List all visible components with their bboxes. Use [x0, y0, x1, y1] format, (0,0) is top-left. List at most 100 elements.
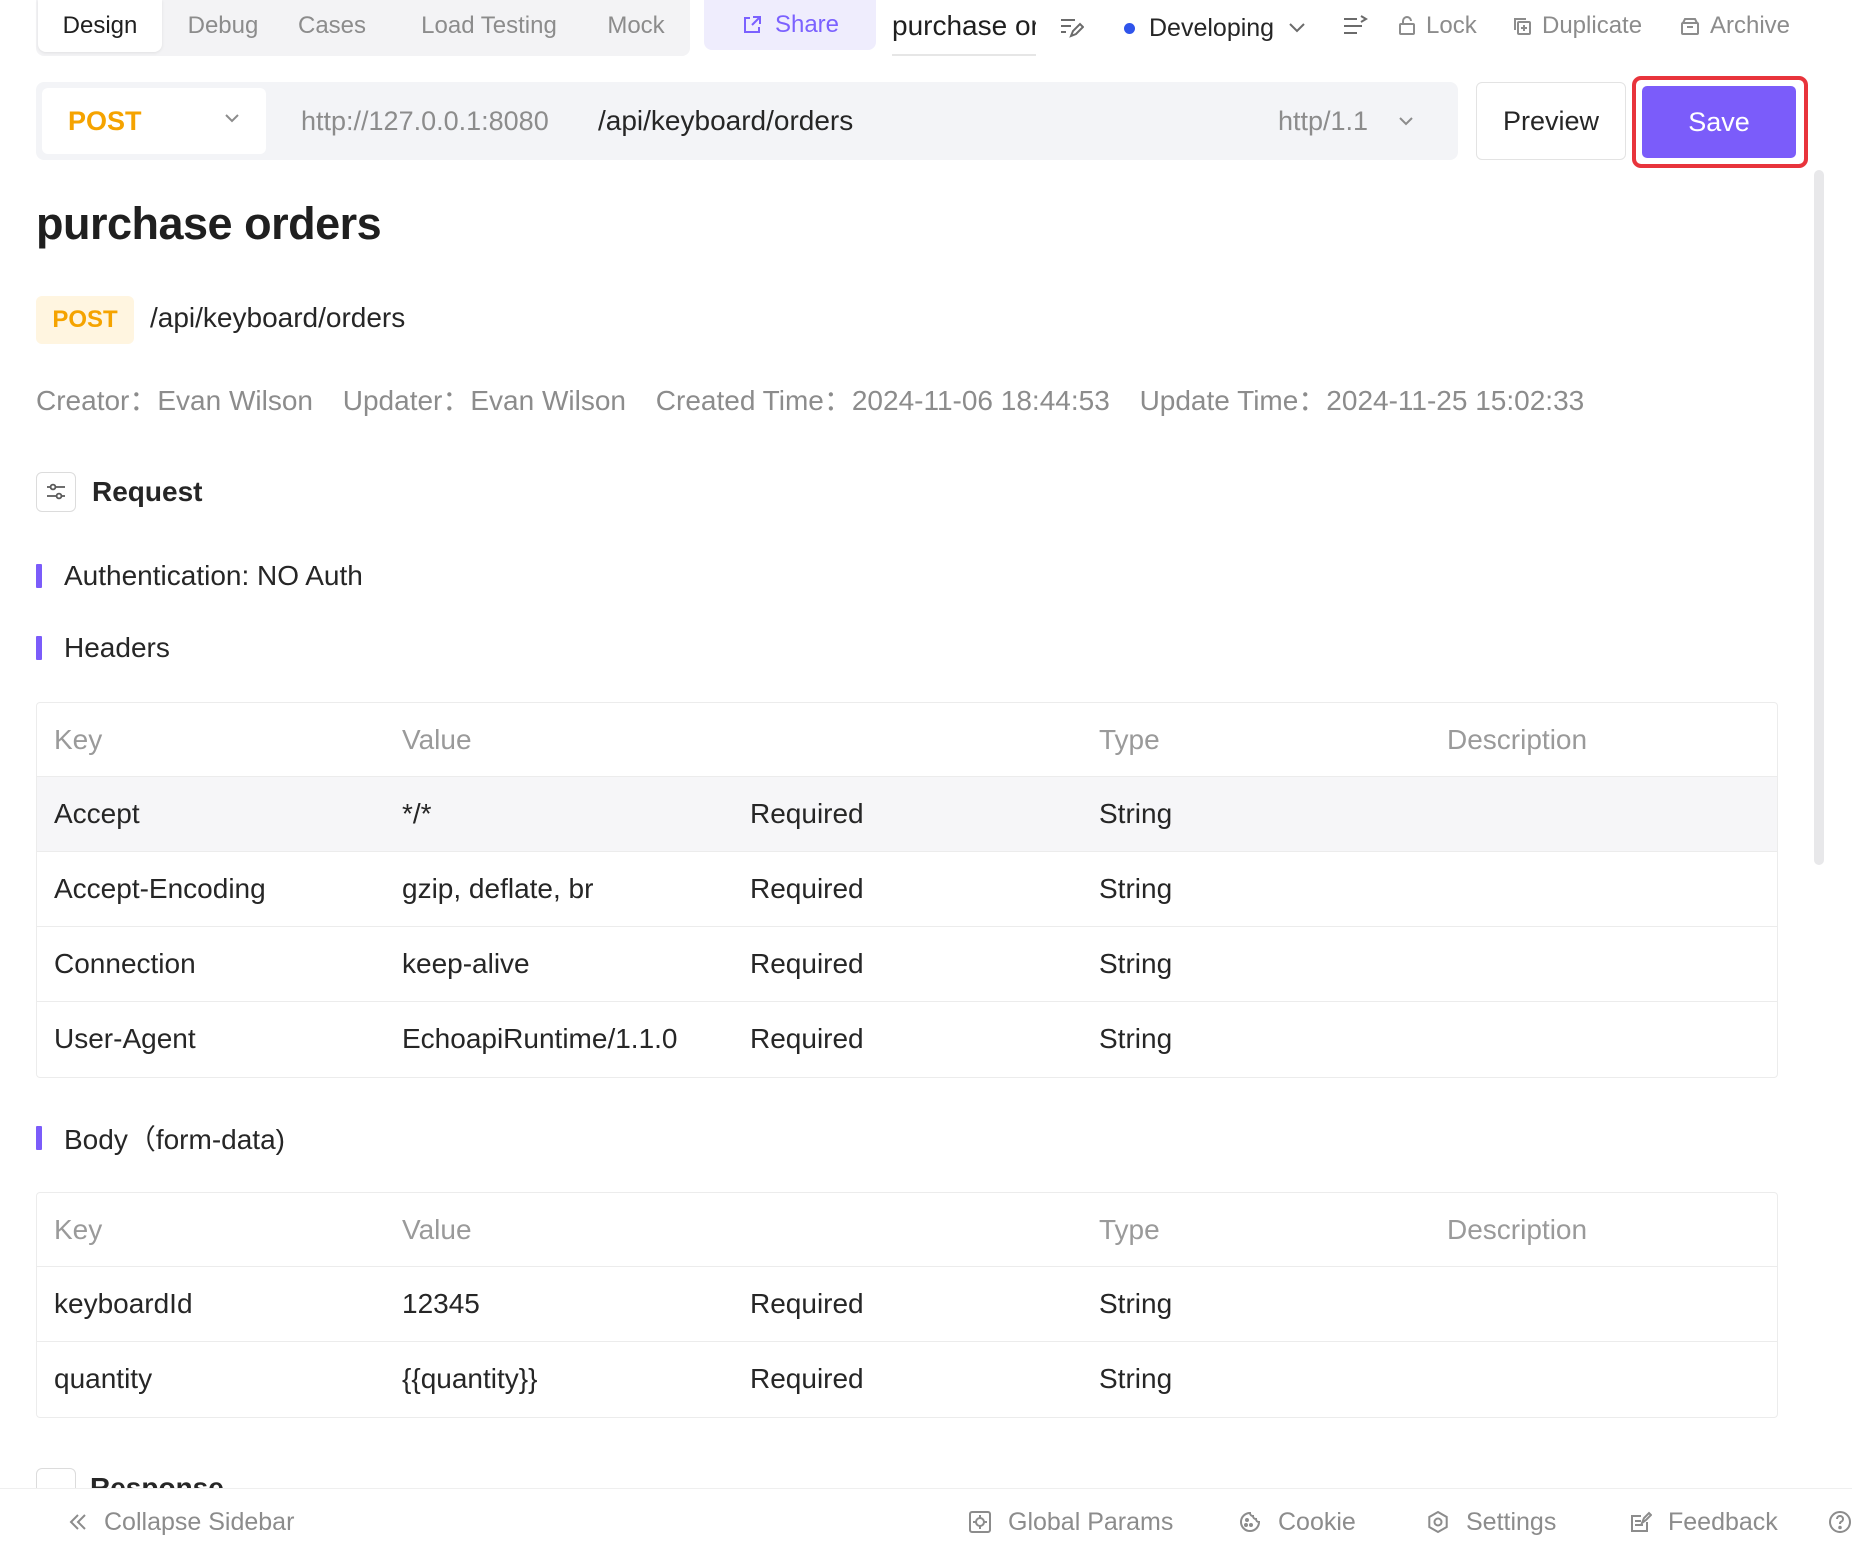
tab-mock[interactable]: Mock — [592, 0, 680, 52]
status-dropdown[interactable]: Developing — [1124, 6, 1306, 50]
param-type: String — [1099, 948, 1173, 979]
base-url: http://127.0.0.1:8080 — [301, 106, 549, 136]
param-value: EchoapiRuntime/1.1.0 — [402, 1023, 678, 1054]
method-select[interactable]: POST — [42, 88, 266, 154]
param-required: Required — [750, 1288, 864, 1319]
api-name-field[interactable]: purchase orders — [892, 0, 1036, 56]
settings-button[interactable]: Settings — [1426, 1489, 1556, 1554]
path-input[interactable]: /api/keyboard/orders — [598, 82, 1238, 160]
creator-text: Creator：Evan Wilson — [36, 385, 313, 416]
param-type: String — [1099, 873, 1173, 904]
feedback-icon — [1631, 1511, 1652, 1532]
param-key: Accept — [54, 798, 140, 829]
archive-label: Archive — [1710, 12, 1791, 39]
footer-bar: Collapse Sidebar Global Params Cookie Se… — [0, 1488, 1852, 1554]
param-value: gzip, deflate, br — [402, 873, 594, 904]
top-bar: Design Debug Cases Load Testing Mock Sha… — [0, 0, 1852, 60]
tab-design[interactable]: Design — [38, 0, 162, 52]
archive-button[interactable]: Archive — [1680, 6, 1790, 46]
tab-debug[interactable]: Debug — [168, 0, 278, 52]
table-row[interactable]: Accept */* Required String — [37, 777, 1777, 852]
preview-button[interactable]: Preview — [1476, 82, 1626, 160]
param-type: String — [1099, 1288, 1173, 1319]
method-select-label: POST — [68, 106, 142, 136]
method-badge: POST — [36, 296, 134, 344]
param-required: Required — [750, 798, 864, 829]
align-button[interactable] — [1342, 6, 1368, 46]
table-header-row: Key Value Type Description — [37, 703, 1777, 777]
status-label: Developing — [1149, 13, 1275, 42]
lock-icon — [1399, 16, 1415, 35]
column-header-type: Type — [1099, 1214, 1160, 1245]
response-section-header: Response — [36, 1468, 224, 1488]
save-button[interactable]: Save — [1642, 86, 1796, 158]
table-row[interactable]: keyboardId 12345 Required String — [37, 1267, 1777, 1342]
help-icon — [1829, 1511, 1851, 1533]
table-row[interactable]: quantity {{quantity}} Required String — [37, 1342, 1777, 1417]
accent-bar — [36, 564, 42, 588]
updater-text: Updater：Evan Wilson — [342, 385, 626, 416]
param-key: quantity — [54, 1363, 153, 1394]
table-row[interactable]: User-Agent EchoapiRuntime/1.1.0 Required… — [37, 1002, 1777, 1077]
cookie-icon — [1240, 1511, 1261, 1532]
protocol-label: http/1.1 — [1278, 105, 1369, 136]
request-section-label: Request — [92, 476, 203, 507]
body-label: Body（form-data) — [64, 1124, 285, 1155]
authentication-label: Authentication: NO Auth — [64, 560, 363, 591]
global-params-icon — [969, 1511, 991, 1533]
column-header-value: Value — [402, 724, 472, 755]
accent-bar — [36, 636, 42, 660]
param-type: String — [1099, 798, 1173, 829]
global-params-button[interactable]: Global Params — [968, 1489, 1173, 1554]
collapse-sidebar-button[interactable]: Collapse Sidebar — [68, 1489, 294, 1554]
save-highlight: Save — [1632, 76, 1808, 168]
settings-icon — [1428, 1510, 1448, 1534]
table-row[interactable]: Connection keep-alive Required String — [37, 927, 1777, 1002]
cookie-button[interactable]: Cookie — [1238, 1489, 1356, 1554]
api-path: /api/keyboard/orders — [150, 302, 406, 333]
param-type: String — [1099, 1363, 1173, 1394]
collapse-sidebar-label: Collapse Sidebar — [104, 1507, 295, 1536]
table-header-row: Key Value Type Description — [37, 1193, 1777, 1267]
headers-table: Key Value Type Description Accept */* Re… — [36, 702, 1778, 1078]
duplicate-button[interactable]: Duplicate — [1512, 6, 1642, 46]
share-label: Share — [774, 11, 840, 38]
status-dot — [1124, 22, 1135, 34]
param-required: Required — [750, 1363, 864, 1394]
column-header-key: Key — [54, 724, 103, 755]
tab-load-testing[interactable]: Load Testing — [402, 0, 576, 52]
param-required: Required — [750, 873, 864, 904]
update-time-text: Update Time：2024-11-25 15:02:33 — [1139, 385, 1585, 416]
lock-label: Lock — [1426, 12, 1477, 39]
edit-icon[interactable] — [1058, 14, 1084, 40]
param-value: keep-alive — [402, 948, 530, 979]
column-header-value: Value — [402, 1214, 472, 1245]
param-value: */* — [402, 798, 432, 829]
share-button[interactable]: Share — [704, 0, 876, 50]
chevron-down-icon — [1289, 23, 1305, 33]
table-row[interactable]: Accept-Encoding gzip, deflate, br Requir… — [37, 852, 1777, 927]
archive-icon — [1681, 18, 1699, 35]
protocol-select[interactable]: http/1.1 — [1278, 82, 1414, 160]
lock-button[interactable]: Lock — [1398, 6, 1477, 46]
duplicate-label: Duplicate — [1542, 12, 1643, 39]
sliders-icon — [36, 472, 76, 512]
response-section-label: Response — [90, 1472, 224, 1488]
column-header-description: Description — [1447, 1214, 1588, 1245]
global-params-label: Global Params — [1008, 1507, 1174, 1536]
request-section-header: Request — [36, 472, 202, 512]
feedback-button[interactable]: Feedback — [1630, 1489, 1778, 1554]
help-button[interactable] — [1828, 1489, 1852, 1554]
column-header-key: Key — [54, 1214, 103, 1245]
param-required: Required — [750, 1023, 864, 1054]
braces-icon — [36, 1468, 76, 1488]
settings-label: Settings — [1466, 1507, 1557, 1536]
chevron-down-icon — [1399, 117, 1413, 126]
align-icon — [1344, 15, 1368, 34]
param-key: Accept-Encoding — [54, 873, 266, 904]
scrollbar[interactable] — [1812, 170, 1826, 1480]
tab-cases[interactable]: Cases — [284, 0, 380, 52]
scrollbar-thumb[interactable] — [1814, 170, 1824, 865]
created-time-text: Created Time：2024-11-06 18:44:53 — [655, 385, 1110, 416]
share-icon — [743, 16, 761, 33]
